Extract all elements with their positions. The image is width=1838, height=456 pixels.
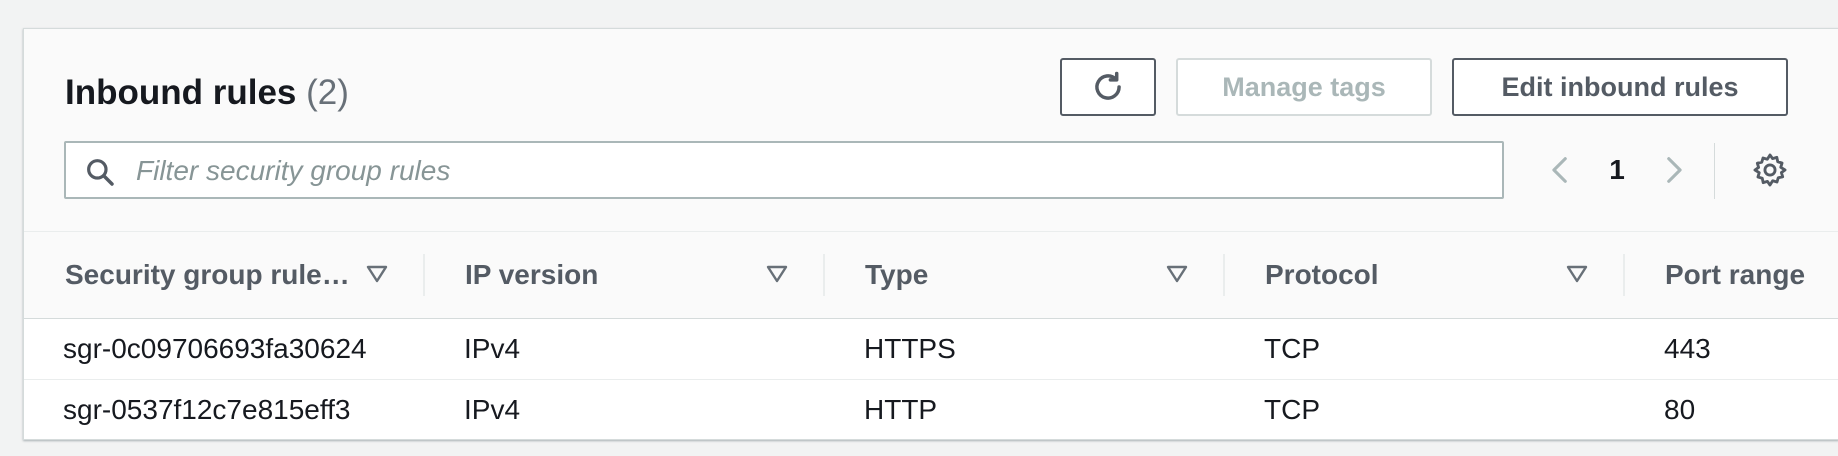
column-header-label: Security group rule… — [65, 259, 350, 290]
search-field[interactable] — [64, 141, 1504, 199]
panel-header: Inbound rules (2) Manage tags Edit inbou… — [24, 29, 1838, 232]
column-header-rule-id[interactable]: Security group rule… — [65, 232, 350, 318]
table-row[interactable]: sgr-0537f12c7e815eff3 IPv4 HTTP TCP 80 — [24, 380, 1838, 439]
sort-caret-icon[interactable] — [1565, 262, 1589, 286]
sort-caret-icon[interactable] — [765, 262, 789, 286]
cell-ip-version: IPv4 — [464, 333, 521, 364]
cell-port-range: 443 — [1664, 333, 1711, 364]
cell-type: HTTP — [864, 394, 938, 425]
column-header-label: Protocol — [1265, 259, 1379, 290]
cell-rule-id: sgr-0c09706693fa30624 — [63, 333, 367, 364]
cell-protocol: TCP — [1264, 333, 1320, 364]
column-header-label: Port range — [1665, 259, 1806, 290]
edit-inbound-rules-button[interactable]: Edit inbound rules — [1452, 58, 1788, 116]
search-input[interactable] — [134, 151, 1478, 191]
rules-count: (2) — [306, 73, 349, 112]
current-page-number[interactable]: 1 — [1602, 153, 1632, 187]
cell-rule-id: sgr-0537f12c7e815eff3 — [63, 394, 351, 425]
column-header-ip-version[interactable]: IP version — [465, 232, 598, 318]
column-header-port-range[interactable]: Port range — [1665, 232, 1805, 318]
sort-caret-icon[interactable] — [365, 262, 389, 286]
pager-divider — [1714, 143, 1715, 199]
cell-protocol: TCP — [1264, 394, 1320, 425]
refresh-button[interactable] — [1060, 58, 1156, 116]
cell-type: HTTPS — [864, 333, 956, 364]
chevron-right-icon[interactable] — [1656, 153, 1690, 187]
column-resizer[interactable] — [823, 254, 825, 296]
column-header-type[interactable]: Type — [865, 232, 928, 318]
cell-ip-version: IPv4 — [464, 394, 521, 425]
panel-title: Inbound rules (2) — [65, 67, 349, 120]
search-icon — [87, 159, 114, 186]
cell-port-range: 80 — [1664, 394, 1696, 425]
chevron-left-icon[interactable] — [1544, 153, 1578, 187]
column-header-protocol[interactable]: Protocol — [1265, 232, 1379, 318]
table-header: Security group rule… IP version Type Pro… — [24, 232, 1838, 319]
column-resizer[interactable] — [1623, 254, 1625, 296]
column-header-label: Type — [865, 259, 929, 290]
refresh-icon — [1095, 71, 1121, 100]
column-resizer[interactable] — [1223, 254, 1225, 296]
column-resizer[interactable] — [423, 254, 425, 296]
sort-caret-icon[interactable] — [1165, 262, 1189, 286]
table-row[interactable]: sgr-0c09706693fa30624 IPv4 HTTPS TCP 443 — [24, 319, 1838, 380]
inbound-rules-panel: Inbound rules (2) Manage tags Edit inbou… — [23, 28, 1838, 440]
column-header-label: IP version — [465, 259, 599, 290]
panel-title-text: Inbound rules — [65, 73, 297, 112]
gear-icon[interactable] — [1751, 151, 1789, 189]
manage-tags-button[interactable]: Manage tags — [1176, 58, 1432, 116]
